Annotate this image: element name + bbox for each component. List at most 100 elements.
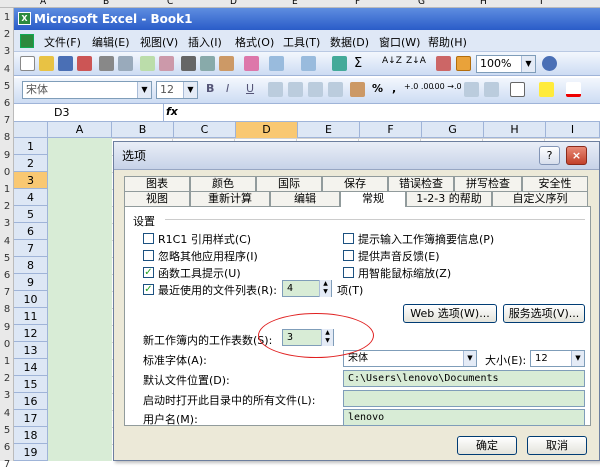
menu-edit[interactable]: 编辑(E)	[92, 34, 130, 50]
row-header[interactable]: 17	[14, 410, 48, 427]
tab-chart[interactable]: 图表	[124, 176, 190, 191]
bold-button[interactable]: B	[206, 82, 214, 95]
fill-color-icon[interactable]	[539, 82, 554, 97]
tab-security[interactable]: 安全性	[522, 176, 588, 191]
ignore-apps-checkbox[interactable]	[143, 250, 154, 261]
increase-decimal-button[interactable]: +.0 .00	[404, 82, 434, 91]
chart-wizard-icon[interactable]	[436, 56, 451, 71]
menu-insert[interactable]: 插入(I)	[188, 34, 222, 50]
menu-file[interactable]: 文件(F)	[44, 34, 81, 50]
tab-color[interactable]: 颜色	[190, 176, 256, 191]
menu-tools[interactable]: 工具(T)	[283, 34, 320, 50]
row-header[interactable]: 12	[14, 325, 48, 342]
column-header-h[interactable]: H	[484, 122, 546, 138]
percent-button[interactable]: %	[372, 82, 383, 95]
row-header[interactable]: 5	[14, 206, 48, 223]
service-options-button[interactable]: 服务选项(V)...	[503, 304, 585, 323]
format-painter-icon[interactable]	[244, 56, 259, 71]
web-options-button[interactable]: Web 选项(W)...	[403, 304, 497, 323]
sort-descending-icon[interactable]: Z↓A	[406, 56, 426, 66]
font-name-combo[interactable]: 宋体 ▼	[22, 81, 152, 99]
hyperlink-icon[interactable]	[332, 56, 347, 71]
open-icon[interactable]	[39, 56, 54, 71]
column-header-b[interactable]: B	[112, 122, 174, 138]
tab-save[interactable]: 保存	[322, 176, 388, 191]
row-header[interactable]: 6	[14, 223, 48, 240]
username-input[interactable]: lenovo	[343, 409, 585, 426]
print-icon[interactable]	[99, 56, 114, 71]
help-icon[interactable]	[542, 56, 557, 71]
tab-lotus-help[interactable]: 1-2-3 的帮助	[406, 191, 492, 206]
column-header-d[interactable]: D	[236, 122, 298, 138]
copy-icon[interactable]	[200, 56, 215, 71]
menu-view[interactable]: 视图(V)	[140, 34, 178, 50]
merge-center-icon[interactable]	[328, 82, 343, 97]
close-button[interactable]: ×	[566, 146, 587, 165]
borders-icon[interactable]	[510, 82, 525, 97]
menu-format[interactable]: 格式(O)	[235, 34, 274, 50]
research-icon[interactable]	[159, 56, 174, 71]
function-tooltips-checkbox[interactable]: ✓	[143, 267, 154, 278]
cut-icon[interactable]	[181, 56, 196, 71]
row-header[interactable]: 14	[14, 359, 48, 376]
tab-custom-lists[interactable]: 自定义序列	[492, 191, 588, 206]
tab-view[interactable]: 视图	[124, 191, 190, 206]
tab-error-checking[interactable]: 错误检查	[388, 176, 454, 191]
ok-button[interactable]: 确定	[457, 436, 517, 455]
permission-icon[interactable]	[77, 56, 92, 71]
row-header[interactable]: 11	[14, 308, 48, 325]
new-icon[interactable]	[20, 56, 35, 71]
autosum-icon[interactable]: Σ	[354, 56, 362, 71]
fx-icon[interactable]: fx	[166, 105, 178, 118]
comma-button[interactable]: ,	[392, 82, 396, 95]
select-all-corner[interactable]	[14, 122, 48, 138]
name-box[interactable]: D3	[14, 104, 164, 121]
cancel-button[interactable]: 取消	[527, 436, 587, 455]
column-header-a[interactable]: A	[48, 122, 112, 138]
print-preview-icon[interactable]	[118, 56, 133, 71]
column-header-c[interactable]: C	[174, 122, 236, 138]
increase-indent-icon[interactable]	[484, 82, 499, 97]
row-header[interactable]: 18	[14, 427, 48, 444]
column-a-cells[interactable]	[48, 138, 112, 461]
row-header[interactable]: 4	[14, 189, 48, 206]
row-header[interactable]: 8	[14, 257, 48, 274]
tab-edit[interactable]: 编辑	[270, 191, 340, 206]
decrease-indent-icon[interactable]	[464, 82, 479, 97]
menu-data[interactable]: 数据(D)	[330, 34, 369, 50]
sound-feedback-checkbox[interactable]	[343, 250, 354, 261]
column-header-i[interactable]: I	[546, 122, 600, 138]
redo-icon[interactable]	[301, 56, 316, 71]
column-header-g[interactable]: G	[422, 122, 484, 138]
sort-ascending-icon[interactable]: A↓Z	[382, 56, 402, 66]
row-header[interactable]: 2	[14, 155, 48, 172]
row-header[interactable]: 16	[14, 393, 48, 410]
help-button[interactable]: ?	[539, 146, 560, 165]
intellimouse-zoom-checkbox[interactable]	[343, 267, 354, 278]
row-header[interactable]: 19	[14, 444, 48, 461]
tab-international[interactable]: 国际	[256, 176, 322, 191]
undo-icon[interactable]	[269, 56, 284, 71]
row-header[interactable]: 7	[14, 240, 48, 257]
standard-font-select[interactable]: 宋体 ▼	[343, 350, 477, 367]
r1c1-checkbox[interactable]	[143, 233, 154, 244]
row-header[interactable]: 15	[14, 376, 48, 393]
font-size-select[interactable]: 12 ▼	[530, 350, 585, 367]
tab-general[interactable]: 常规	[340, 191, 406, 207]
paste-icon[interactable]	[219, 56, 234, 71]
font-size-combo[interactable]: 12 ▼	[156, 81, 198, 99]
align-center-icon[interactable]	[288, 82, 303, 97]
row-header[interactable]: 3	[14, 172, 48, 189]
underline-button[interactable]: U	[246, 82, 254, 95]
currency-icon[interactable]	[350, 82, 365, 97]
startup-folder-input[interactable]	[343, 390, 585, 407]
column-header-f[interactable]: F	[360, 122, 422, 138]
tab-spelling[interactable]: 拼写检查	[454, 176, 522, 191]
row-header[interactable]: 9	[14, 274, 48, 291]
spelling-icon[interactable]	[140, 56, 155, 71]
default-location-input[interactable]: C:\Users\lenovo\Documents	[343, 370, 585, 387]
row-header[interactable]: 13	[14, 342, 48, 359]
decrease-decimal-button[interactable]: .00 →.0	[432, 82, 462, 91]
align-left-icon[interactable]	[268, 82, 283, 97]
recent-files-spinner[interactable]: ▲ ▼	[319, 280, 331, 297]
